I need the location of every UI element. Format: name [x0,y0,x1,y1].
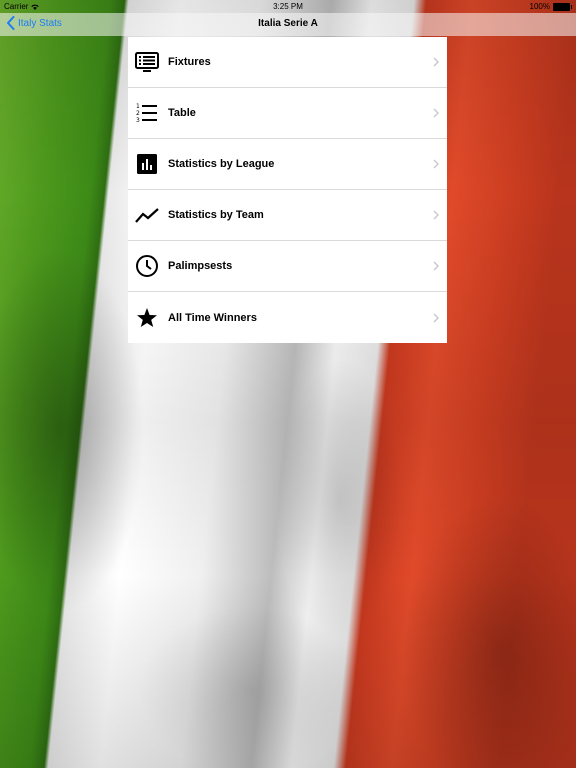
chevron-right-icon [433,159,439,169]
svg-text:3: 3 [136,117,140,124]
menu-list: Fixtures 1 2 3 Table Statistics by Leagu… [128,37,447,343]
screen: Carrier 3:25 PM 100% Italy Stats Italia … [0,0,576,768]
menu-item-table[interactable]: 1 2 3 Table [128,88,447,139]
chevron-right-icon [433,57,439,67]
svg-text:2: 2 [136,110,140,117]
svg-text:1: 1 [136,103,140,110]
menu-item-label: Statistics by League [168,158,275,170]
battery-icon [553,2,572,11]
menu-item-label: Statistics by Team [168,209,264,221]
chevron-right-icon [433,108,439,118]
menu-item-fixtures[interactable]: Fixtures [128,37,447,88]
status-time: 3:25 PM [273,2,303,11]
menu-item-label: All Time Winners [168,311,257,324]
numbered-list-icon: 1 2 3 [135,101,159,125]
status-bar: Carrier 3:25 PM 100% [0,0,576,13]
chevron-right-icon [433,313,439,322]
menu-item-palimpsests[interactable]: Palimpsests [128,241,447,292]
menu-item-all-time-winners[interactable]: All Time Winners [128,292,447,343]
status-battery-group: 100% [529,2,572,11]
star-icon [135,306,159,330]
menu-item-label: Fixtures [168,56,211,68]
menu-item-label: Palimpsests [168,260,233,272]
menu-item-label: Table [168,107,196,119]
menu-item-statistics-by-league[interactable]: Statistics by League [128,139,447,190]
fixtures-list-icon [135,50,159,74]
menu-item-statistics-by-team[interactable]: Statistics by Team [128,190,447,241]
clock-icon [135,254,159,278]
battery-percent: 100% [529,2,550,11]
chevron-right-icon [433,210,439,220]
bar-chart-icon [135,152,159,176]
navigation-bar: Italy Stats Italia Serie A [0,13,576,36]
page-title: Italia Serie A [258,18,318,29]
trend-line-icon [135,203,159,227]
chevron-right-icon [433,261,439,271]
